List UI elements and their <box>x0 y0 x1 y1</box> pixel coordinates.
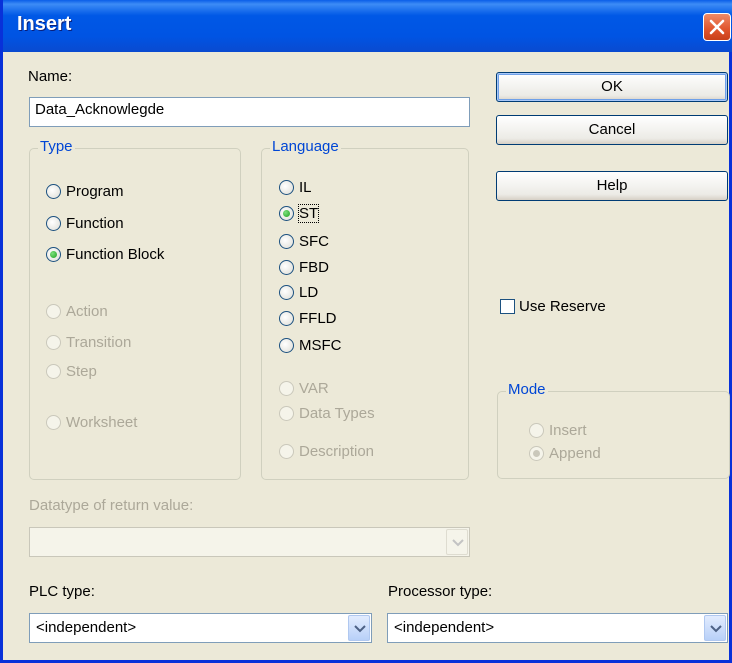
radio-checked-icon <box>279 206 294 221</box>
radio-icon <box>46 364 61 379</box>
radio-icon <box>279 444 294 459</box>
name-input[interactable]: Data_Acknowlegde <box>29 97 470 127</box>
mode-append-label: Append <box>549 445 601 462</box>
close-icon <box>709 19 725 35</box>
plc-type-value: <independent> <box>36 619 137 636</box>
radio-icon <box>279 285 294 300</box>
cancel-button[interactable]: Cancel <box>496 115 728 145</box>
processor-type-combo[interactable]: <independent> <box>387 613 728 643</box>
language-data-types-label: Data Types <box>299 405 375 422</box>
checkbox-icon <box>500 299 515 314</box>
help-button[interactable]: Help <box>496 171 728 201</box>
chevron-down-icon <box>354 625 366 633</box>
plc-type-combo[interactable]: <independent> <box>29 613 372 643</box>
dropdown-button[interactable] <box>704 615 726 641</box>
radio-icon <box>279 234 294 249</box>
insert-dialog: Insert Name: Data_Acknowlegde OK Cancel … <box>0 0 732 663</box>
dropdown-button[interactable] <box>446 529 468 555</box>
radio-icon <box>46 335 61 350</box>
processor-type-label: Processor type: <box>388 583 493 600</box>
language-sfc-label: SFC <box>299 233 329 250</box>
language-il-radio[interactable]: IL <box>279 179 312 196</box>
language-data-types-radio[interactable]: Data Types <box>279 405 375 422</box>
type-program-radio[interactable]: Program <box>46 183 124 200</box>
chevron-down-icon <box>452 539 464 547</box>
ok-button[interactable]: OK <box>496 72 728 102</box>
language-var-label: VAR <box>299 380 329 397</box>
radio-icon <box>279 180 294 195</box>
type-program-label: Program <box>66 183 124 200</box>
language-group-title: Language <box>270 138 341 155</box>
type-step-label: Step <box>66 363 97 380</box>
language-ffld-radio[interactable]: FFLD <box>279 310 337 327</box>
plc-type-label: PLC type: <box>29 583 95 600</box>
radio-icon <box>529 423 544 438</box>
radio-icon <box>46 304 61 319</box>
close-button[interactable] <box>703 13 731 41</box>
radio-checked-icon <box>46 247 61 262</box>
language-description-radio[interactable]: Description <box>279 443 374 460</box>
chevron-down-icon <box>710 625 722 633</box>
type-function-radio[interactable]: Function <box>46 215 124 232</box>
type-worksheet-radio[interactable]: Worksheet <box>46 414 137 431</box>
language-st-radio[interactable]: ST <box>279 204 320 223</box>
processor-type-value: <independent> <box>394 619 495 636</box>
type-action-label: Action <box>66 303 108 320</box>
mode-append-radio[interactable]: Append <box>529 445 601 462</box>
radio-icon <box>279 311 294 326</box>
use-reserve-label: Use Reserve <box>519 298 606 315</box>
radio-icon <box>279 381 294 396</box>
type-worksheet-label: Worksheet <box>66 414 138 431</box>
language-fbd-label: FBD <box>299 259 329 276</box>
mode-insert-radio[interactable]: Insert <box>529 422 587 439</box>
type-step-radio[interactable]: Step <box>46 363 97 380</box>
type-function-label: Function <box>66 215 124 232</box>
dropdown-button[interactable] <box>348 615 370 641</box>
radio-icon <box>46 216 61 231</box>
radio-icon <box>46 184 61 199</box>
language-fbd-radio[interactable]: FBD <box>279 259 329 276</box>
language-ffld-label: FFLD <box>299 310 337 327</box>
language-il-label: IL <box>299 179 312 196</box>
return-type-combo[interactable] <box>29 527 470 557</box>
language-msfc-radio[interactable]: MSFC <box>279 337 342 354</box>
radio-icon <box>46 415 61 430</box>
type-function-block-label: Function Block <box>66 246 165 263</box>
language-var-radio[interactable]: VAR <box>279 380 329 397</box>
language-msfc-label: MSFC <box>299 337 342 354</box>
name-label: Name: <box>28 68 73 85</box>
type-function-block-radio[interactable]: Function Block <box>46 246 164 263</box>
return-type-label: Datatype of return value: <box>29 497 194 514</box>
window-title: Insert <box>17 13 72 35</box>
radio-icon <box>279 338 294 353</box>
language-sfc-radio[interactable]: SFC <box>279 233 329 250</box>
radio-icon <box>279 260 294 275</box>
mode-insert-label: Insert <box>549 422 587 439</box>
type-group-title: Type <box>38 138 75 155</box>
title-bar[interactable]: Insert <box>3 0 732 52</box>
mode-group-title: Mode <box>506 381 548 398</box>
radio-checked-icon <box>529 446 544 461</box>
type-transition-label: Transition <box>66 334 132 351</box>
language-st-label: ST <box>297 204 320 223</box>
radio-icon <box>279 406 294 421</box>
language-ld-label: LD <box>299 284 319 301</box>
use-reserve-checkbox[interactable]: Use Reserve <box>500 298 606 315</box>
language-ld-radio[interactable]: LD <box>279 284 318 301</box>
type-transition-radio[interactable]: Transition <box>46 334 131 351</box>
type-action-radio[interactable]: Action <box>46 303 108 320</box>
language-description-label: Description <box>299 443 375 460</box>
